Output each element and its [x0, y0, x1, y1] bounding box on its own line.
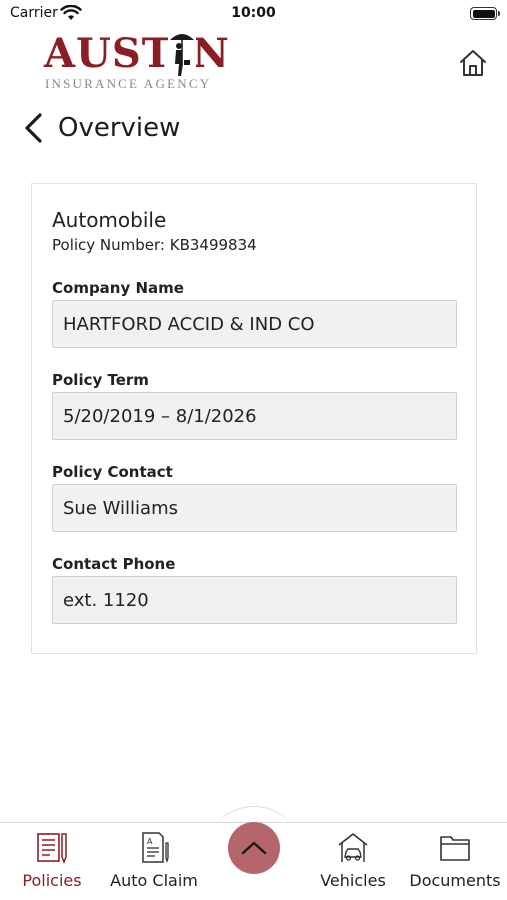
status-bar: Carrier 10:00 — [0, 0, 507, 28]
page-title: Overview — [58, 113, 181, 143]
svg-text:A: A — [147, 837, 153, 846]
policy-number: Policy Number: KB3499834 — [52, 236, 257, 254]
chevron-up-icon — [241, 841, 267, 855]
company-name-field[interactable]: HARTFORD ACCID & IND CO — [52, 300, 457, 348]
folder-icon — [440, 836, 470, 861]
tab-vehicles-label: Vehicles — [320, 871, 386, 890]
home-button[interactable] — [454, 44, 492, 82]
logo-subtitle: INSURANCE AGENCY — [45, 76, 212, 91]
tab-vehicles[interactable]: Vehicles — [303, 823, 403, 900]
tab-policies[interactable]: Policies — [2, 823, 102, 900]
chevron-left-icon[interactable] — [20, 111, 46, 145]
status-time: 10:00 — [231, 5, 276, 21]
logo-wordmark: AUSTIN — [44, 30, 230, 77]
policy-term-label: Policy Term — [52, 371, 149, 389]
home-icon — [460, 50, 486, 76]
tab-documents-label: Documents — [409, 871, 501, 890]
policy-term-field[interactable]: 5/20/2019 – 8/1/2026 — [52, 392, 457, 440]
contact-phone-label: Contact Phone — [52, 555, 176, 573]
agency-logo[interactable]: AUSTIN INSURANCE AGENCY — [44, 30, 229, 94]
policy-contact-label: Policy Contact — [52, 463, 173, 481]
tab-auto-claim-label: Auto Claim — [110, 871, 198, 890]
policy-type: Automobile — [52, 208, 167, 232]
car-garage-icon — [338, 833, 368, 862]
policy-details-card: Automobile Policy Number: KB3499834 Comp… — [31, 183, 477, 654]
expand-menu-button[interactable] — [228, 822, 280, 874]
tab-policies-label: Policies — [22, 871, 82, 890]
tab-auto-claim[interactable]: A Auto Claim — [104, 823, 204, 900]
policy-document-icon — [37, 833, 67, 865]
company-name-label: Company Name — [52, 279, 184, 297]
umbrella-figure-icon — [168, 30, 196, 78]
battery-icon — [470, 7, 500, 20]
claim-form-icon: A — [142, 832, 169, 864]
contact-phone-field[interactable]: ext. 1120 — [52, 576, 457, 624]
back-navigation[interactable]: Overview — [20, 108, 180, 148]
policy-contact-field[interactable]: Sue Williams — [52, 484, 457, 532]
tab-documents[interactable]: Documents — [405, 823, 505, 900]
